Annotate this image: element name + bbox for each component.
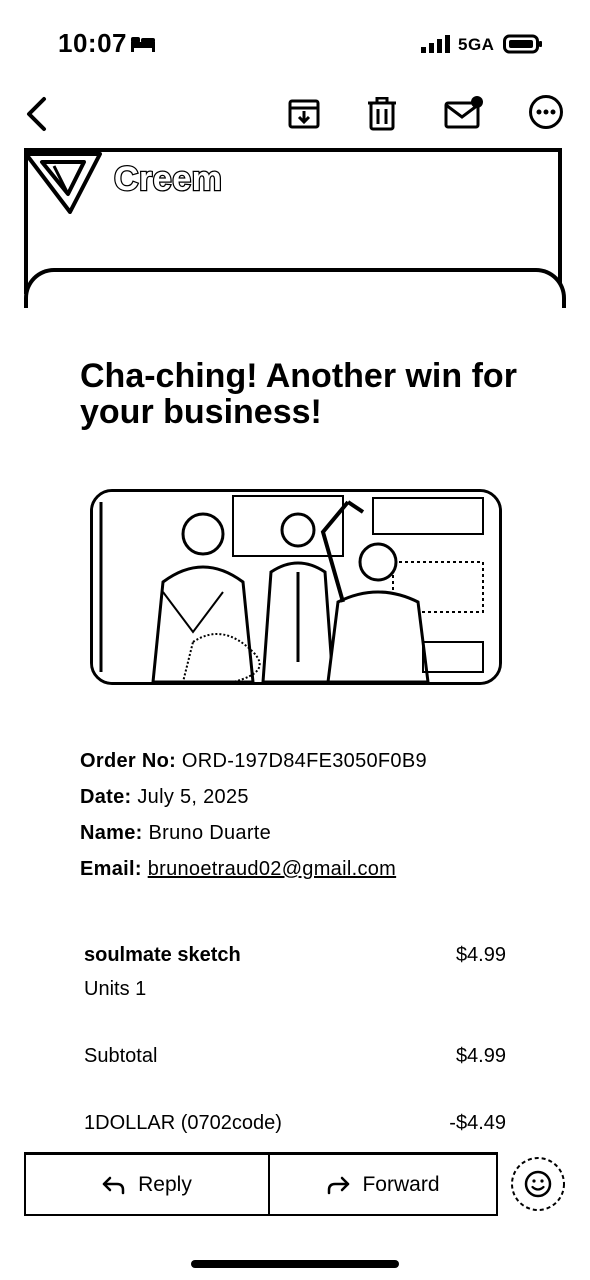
order-date-label: Date: [80,786,132,808]
order-number-label: Order No: [80,750,177,772]
back-chevron-icon [27,97,46,131]
emoji-reaction-button[interactable] [510,1156,566,1212]
brand-logo-icon [24,152,102,214]
signal-icon [421,35,450,53]
status-time: 10:07 [58,28,127,58]
subtotal-row: Subtotal $4.99 [84,1045,506,1068]
archive-button[interactable] [284,94,324,134]
subtotal-value: $4.99 [455,1045,506,1067]
back-button[interactable] [16,92,56,136]
discount-label: 1DOLLAR (0702code) [84,1112,282,1134]
bed-icon [131,37,155,52]
units-label: Units 1 [84,978,147,1000]
archive-icon [288,99,320,129]
product-name: soulmate sketch [84,944,241,966]
order-number-value: ORD-197D84FE3050F0B9 [181,750,427,772]
subtotal-label: Subtotal [84,1045,158,1067]
reply-arrow-icon [102,1176,125,1194]
more-button[interactable] [526,92,566,132]
units-row: Units 1 [84,978,506,1001]
mark-unread-button[interactable] [442,92,486,134]
trash-button[interactable] [362,94,402,134]
customer-name-label: Name: [80,822,143,844]
order-date: Date: July 5, 2025 [80,786,249,809]
order-date-value: July 5, 2025 [137,786,249,808]
product-price: $4.99 [455,944,506,966]
network-label: 5GA [458,35,495,54]
discount-row: 1DOLLAR (0702code) -$4.49 [84,1112,506,1135]
line-item-row: soulmate sketch $4.99 [84,944,506,967]
trash-icon [368,97,396,131]
reply-button[interactable]: Reply [24,1152,270,1216]
customer-email: Email: brunoetraud02@gmail.com [80,858,396,881]
home-indicator[interactable] [191,1260,399,1268]
customer-email-label: Email: [80,858,142,880]
discount-value: -$4.49 [449,1112,506,1134]
customer-name: Name: Bruno Duarte [80,822,271,845]
forward-label: Forward [362,1172,440,1196]
customer-name-value: Bruno Duarte [148,822,272,844]
reply-label: Reply [138,1172,192,1196]
battery-icon [503,34,542,54]
order-number: Order No: ORD-197D84FE3050F0B9 [80,750,427,773]
mark-unread-icon [444,96,483,129]
forward-button[interactable]: Forward [268,1152,498,1216]
emoji-icon [511,1157,565,1211]
celebration-gif [90,489,502,685]
email-body-card-edge [24,268,566,308]
forward-arrow-icon [328,1176,350,1194]
brand-name: Creem [113,159,223,200]
email-headline: Cha-ching! Another win for your business… [80,357,517,431]
customer-email-link[interactable]: brunoetraud02@gmail.com [148,858,396,880]
celebration-image-icon [93,492,499,682]
more-icon [529,95,563,129]
